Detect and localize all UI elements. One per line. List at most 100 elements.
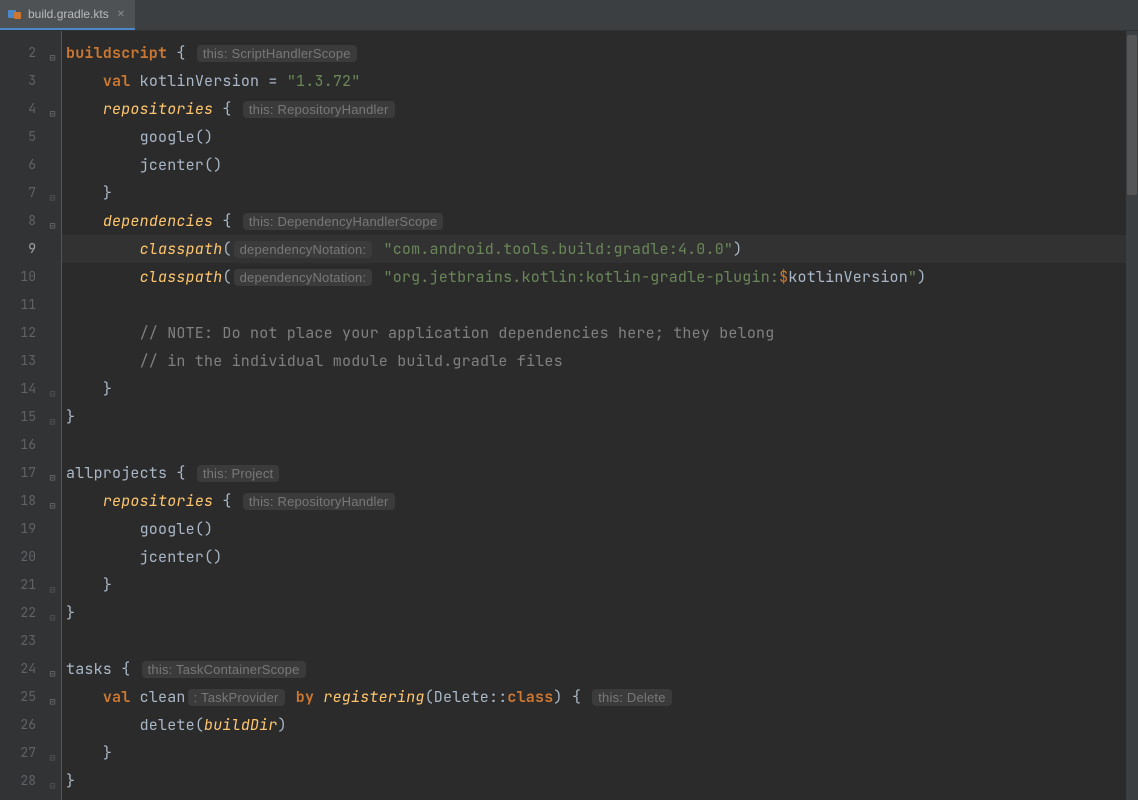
line-number[interactable]: 19 xyxy=(0,515,48,543)
close-icon[interactable]: × xyxy=(115,5,127,23)
line-number[interactable]: 7 xyxy=(0,179,48,207)
code-line[interactable]: } xyxy=(62,179,1138,207)
fold-open-icon[interactable] xyxy=(50,664,60,674)
code-line[interactable] xyxy=(62,431,1138,459)
line-number[interactable]: 3 xyxy=(0,67,48,95)
fold-open-icon[interactable] xyxy=(50,468,60,478)
fold-cell xyxy=(48,263,61,291)
line-number[interactable]: 12 xyxy=(0,319,48,347)
code-token: } xyxy=(66,603,75,623)
code-line[interactable]: google() xyxy=(62,515,1138,543)
code-line[interactable]: delete(buildDir) xyxy=(62,711,1138,739)
code-area[interactable]: buildscript { this: ScriptHandlerScope v… xyxy=(62,31,1138,800)
code-line[interactable]: val clean: TaskProvider by registering(D… xyxy=(62,683,1138,711)
fold-cell[interactable] xyxy=(48,683,61,711)
line-number[interactable]: 6 xyxy=(0,151,48,179)
line-number[interactable]: 20 xyxy=(0,543,48,571)
line-number[interactable]: 2 xyxy=(0,39,48,67)
fold-close-icon[interactable] xyxy=(50,384,60,394)
code-token: registering xyxy=(323,687,424,707)
code-line[interactable]: // NOTE: Do not place your application d… xyxy=(62,319,1138,347)
code-line[interactable]: repositories { this: RepositoryHandler xyxy=(62,487,1138,515)
file-tab[interactable]: build.gradle.kts × xyxy=(0,0,135,30)
fold-open-icon[interactable] xyxy=(50,104,60,114)
code-line[interactable] xyxy=(62,291,1138,319)
line-number[interactable]: 27 xyxy=(0,739,48,767)
fold-cell[interactable] xyxy=(48,767,61,795)
code-line[interactable]: } xyxy=(62,571,1138,599)
scrollbar-track[interactable] xyxy=(1126,31,1138,800)
code-line[interactable]: } xyxy=(62,403,1138,431)
fold-close-icon[interactable] xyxy=(50,188,60,198)
scrollbar-thumb[interactable] xyxy=(1127,35,1137,195)
line-number[interactable]: 26 xyxy=(0,711,48,739)
code-line[interactable]: jcenter() xyxy=(62,543,1138,571)
code-line[interactable]: allprojects { this: Project xyxy=(62,459,1138,487)
inlay-hint: this: DependencyHandlerScope xyxy=(243,213,443,230)
line-number[interactable]: 11 xyxy=(0,291,48,319)
line-number[interactable]: 13 xyxy=(0,347,48,375)
line-number[interactable]: 4 xyxy=(0,95,48,123)
code-line[interactable]: classpath(dependencyNotation: "com.andro… xyxy=(62,235,1138,263)
fold-cell[interactable] xyxy=(48,599,61,627)
fold-cell[interactable] xyxy=(48,375,61,403)
line-number[interactable]: 15 xyxy=(0,403,48,431)
code-line[interactable]: tasks { this: TaskContainerScope xyxy=(62,655,1138,683)
code-token: { xyxy=(572,687,581,707)
line-number[interactable]: 8 xyxy=(0,207,48,235)
fold-close-icon[interactable] xyxy=(50,412,60,422)
fold-open-icon[interactable] xyxy=(50,48,60,58)
fold-cell[interactable] xyxy=(48,655,61,683)
line-number[interactable]: 23 xyxy=(0,627,48,655)
code-line[interactable]: } xyxy=(62,599,1138,627)
line-number[interactable]: 16 xyxy=(0,431,48,459)
code-line[interactable]: repositories { this: RepositoryHandler xyxy=(62,95,1138,123)
fold-cell xyxy=(48,543,61,571)
code-token: } xyxy=(103,379,112,399)
code-line[interactable]: buildscript { this: ScriptHandlerScope xyxy=(62,39,1138,67)
line-number[interactable]: 21 xyxy=(0,571,48,599)
code-line[interactable]: val kotlinVersion = "1.3.72" xyxy=(62,67,1138,95)
code-line[interactable]: jcenter() xyxy=(62,151,1138,179)
fold-open-icon[interactable] xyxy=(50,496,60,506)
line-number[interactable]: 18 xyxy=(0,487,48,515)
code-token: kotlinVersion xyxy=(140,71,260,91)
fold-cell[interactable] xyxy=(48,39,61,67)
fold-cell[interactable] xyxy=(48,459,61,487)
fold-gutter[interactable] xyxy=(48,31,62,800)
fold-cell[interactable] xyxy=(48,207,61,235)
fold-cell[interactable] xyxy=(48,487,61,515)
code-token: } xyxy=(66,771,75,791)
code-line[interactable]: google() xyxy=(62,123,1138,151)
line-number[interactable]: 25 xyxy=(0,683,48,711)
line-number[interactable]: 17 xyxy=(0,459,48,487)
code-token: by xyxy=(296,687,314,707)
fold-close-icon[interactable] xyxy=(50,608,60,618)
code-line[interactable]: } xyxy=(62,767,1138,795)
fold-open-icon[interactable] xyxy=(50,216,60,226)
fold-close-icon[interactable] xyxy=(50,748,60,758)
line-number[interactable]: 14 xyxy=(0,375,48,403)
code-line[interactable]: // in the individual module build.gradle… xyxy=(62,347,1138,375)
fold-cell[interactable] xyxy=(48,571,61,599)
fold-cell[interactable] xyxy=(48,95,61,123)
fold-cell[interactable] xyxy=(48,179,61,207)
code-line[interactable]: } xyxy=(62,739,1138,767)
fold-close-icon[interactable] xyxy=(50,776,60,786)
fold-close-icon[interactable] xyxy=(50,580,60,590)
code-line[interactable] xyxy=(62,627,1138,655)
code-editor[interactable]: 2345678910111213141516171819202122232425… xyxy=(0,31,1138,800)
code-line[interactable]: } xyxy=(62,375,1138,403)
code-line[interactable]: dependencies { this: DependencyHandlerSc… xyxy=(62,207,1138,235)
code-line[interactable]: classpath(dependencyNotation: "org.jetbr… xyxy=(62,263,1138,291)
line-number[interactable]: 9 xyxy=(0,235,48,263)
line-number[interactable]: 22 xyxy=(0,599,48,627)
fold-open-icon[interactable] xyxy=(50,692,60,702)
line-number[interactable]: 24 xyxy=(0,655,48,683)
line-number[interactable]: 28 xyxy=(0,767,48,795)
fold-cell[interactable] xyxy=(48,739,61,767)
line-number[interactable]: 5 xyxy=(0,123,48,151)
line-number-gutter[interactable]: 2345678910111213141516171819202122232425… xyxy=(0,31,48,800)
line-number[interactable]: 10 xyxy=(0,263,48,291)
fold-cell[interactable] xyxy=(48,403,61,431)
